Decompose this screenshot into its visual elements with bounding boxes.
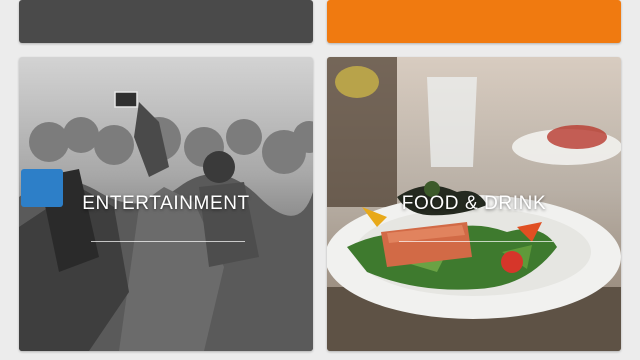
category-tile-orange[interactable]: [327, 0, 621, 43]
divider: [399, 241, 553, 242]
category-tile-dark[interactable]: [19, 0, 313, 43]
category-label: FOOD & DRINK: [401, 193, 547, 214]
category-label: ENTERTAINMENT: [82, 193, 250, 214]
category-tile-food-drink[interactable]: FOOD & DRINK: [327, 57, 621, 351]
category-tile-entertainment[interactable]: ENTERTAINMENT: [19, 57, 313, 351]
divider: [91, 241, 245, 242]
